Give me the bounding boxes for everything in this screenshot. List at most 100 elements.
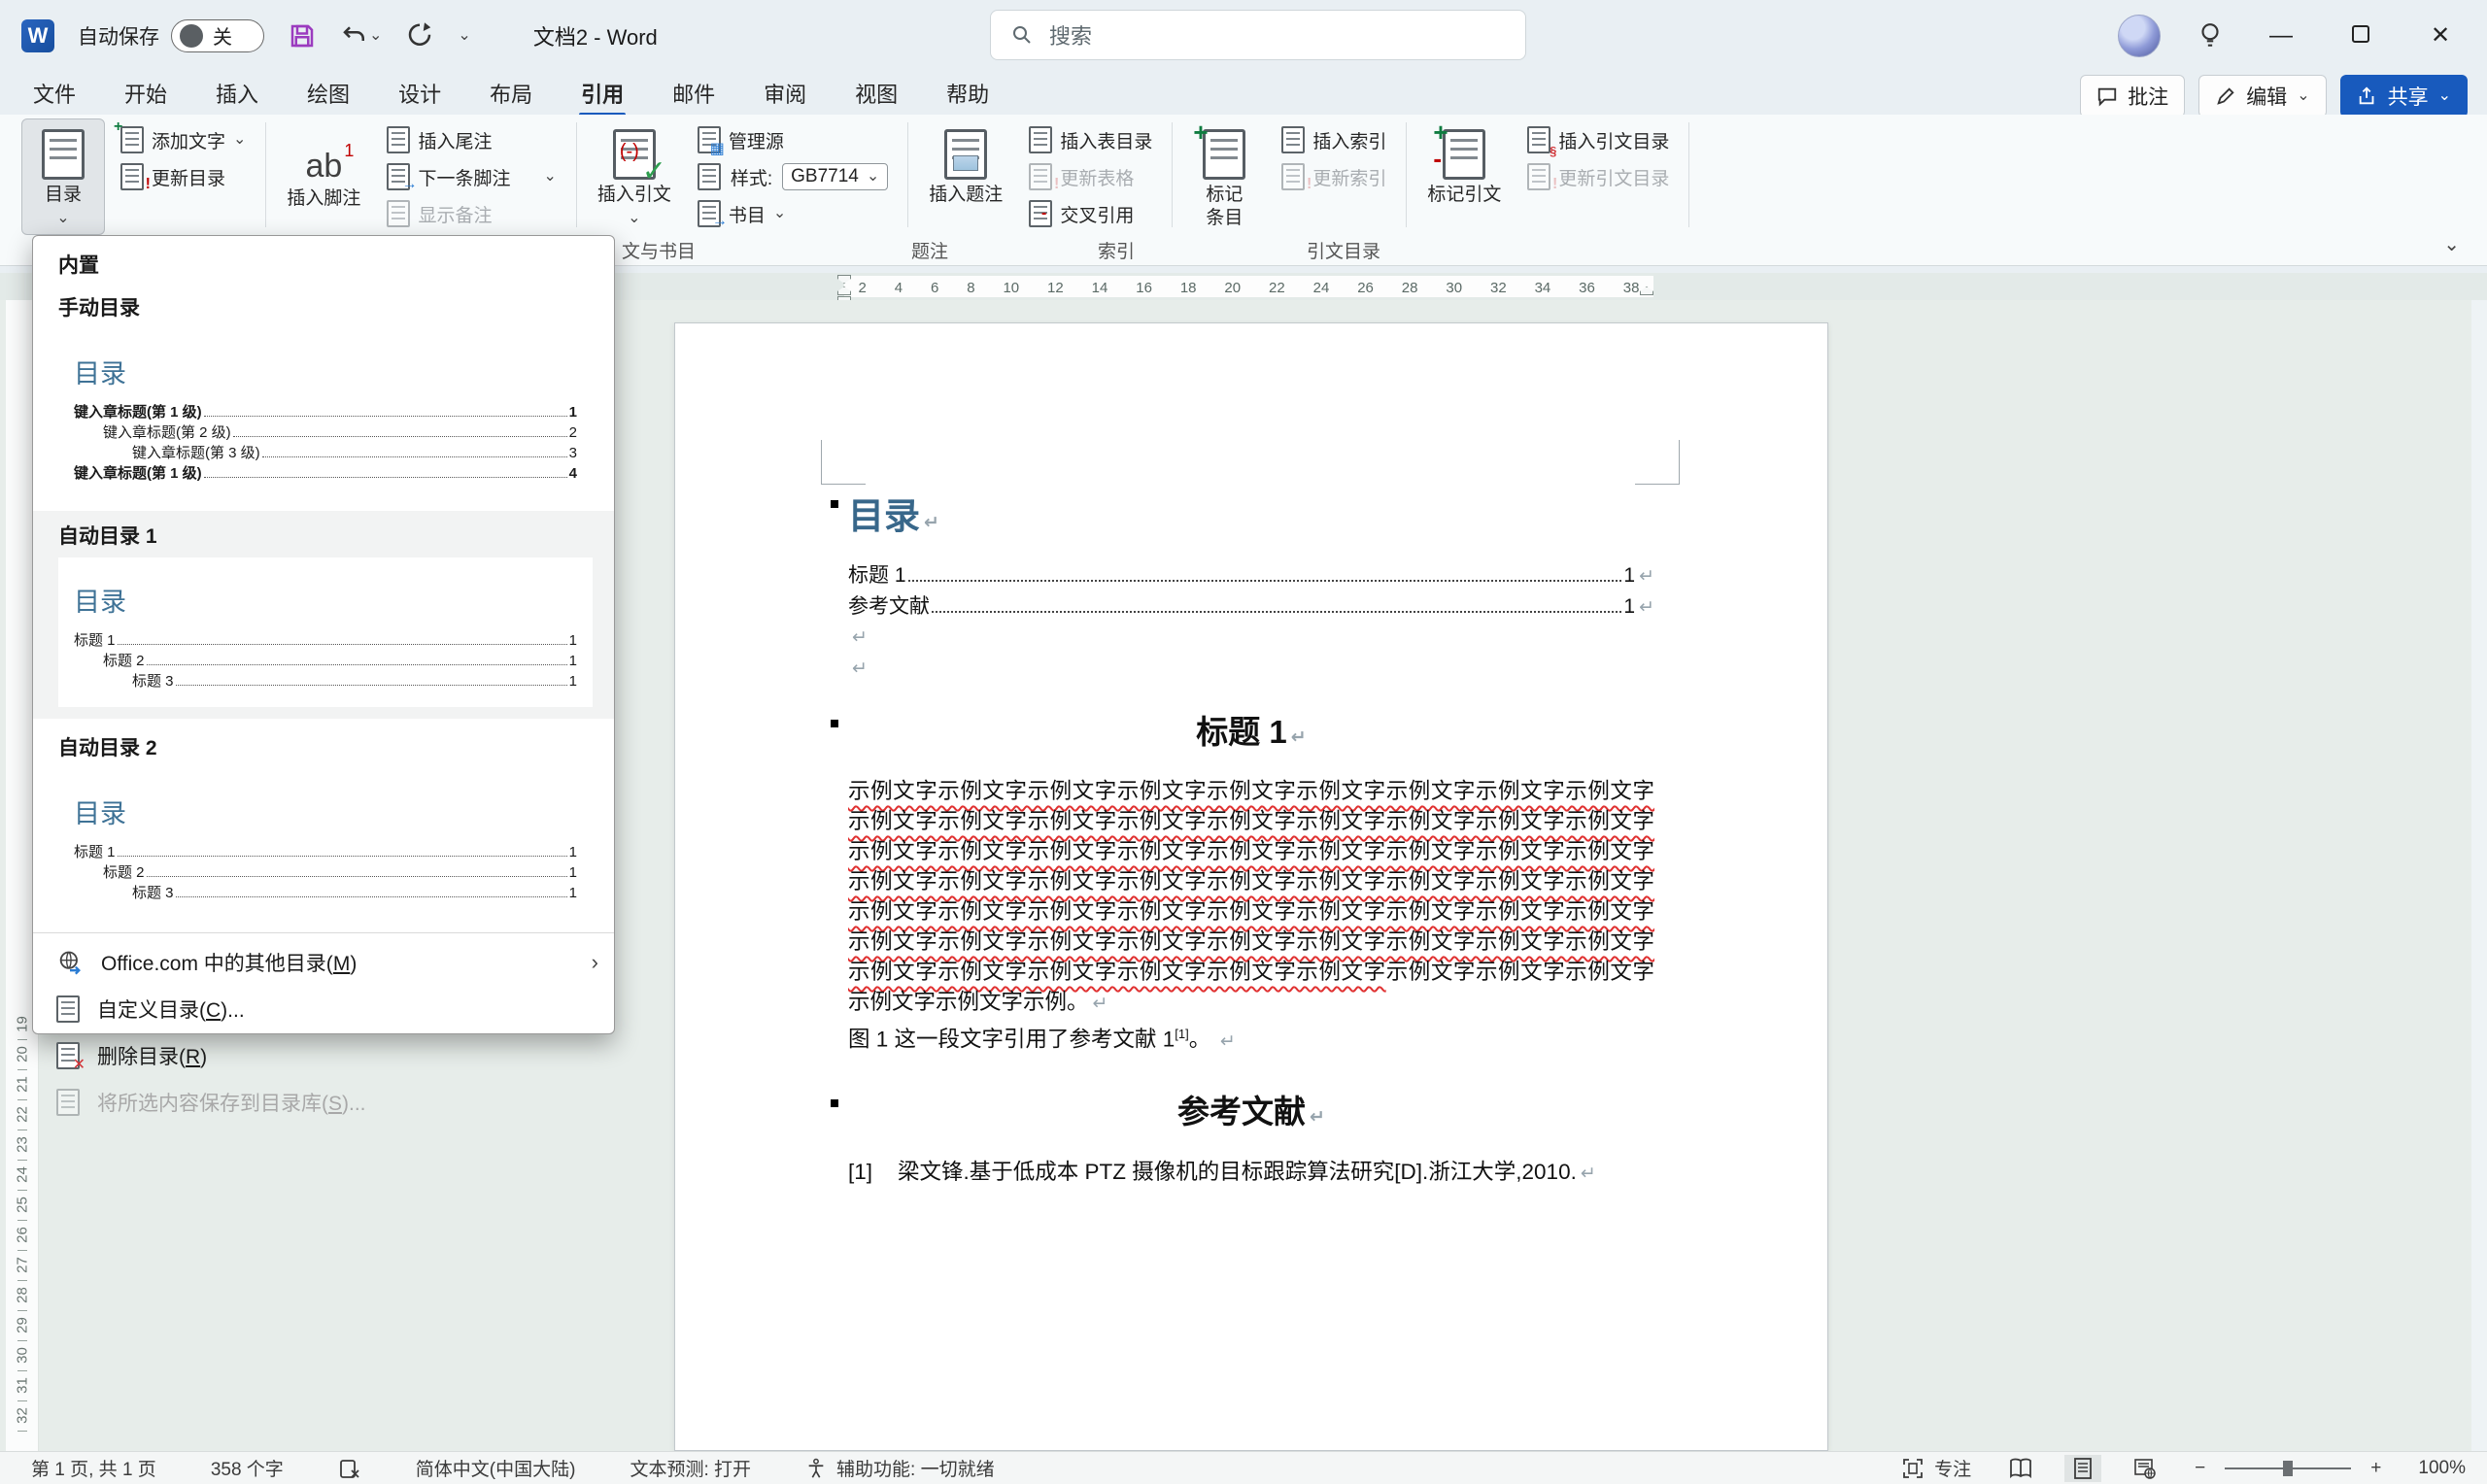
insert-caption-button[interactable]: 插入题注 — [918, 118, 1013, 235]
menu-item-remove-toc[interactable]: ✕ 删除目录(R) — [33, 1032, 614, 1079]
proofing-status-button[interactable] — [332, 1456, 367, 1481]
share-button[interactable]: 共享 ⌄ — [2340, 75, 2468, 118]
margin-corner-mark — [1635, 440, 1680, 485]
gallery-toc-row: 键入章标题(第 2 级)2 — [74, 422, 577, 443]
insert-footnote-button[interactable]: ab1 插入脚注 — [276, 118, 371, 235]
mark-entry-button[interactable]: + 标记 条目 — [1182, 118, 1266, 235]
autosave-toggle[interactable]: 关 — [171, 19, 264, 52]
zoom-out-button[interactable]: − — [2189, 1457, 2211, 1480]
tab-view[interactable]: 视图 — [837, 72, 915, 115]
focus-mode-button[interactable]: 专注 — [1895, 1454, 1977, 1482]
doc-heading-1-text: 标题 1 — [1196, 714, 1287, 750]
zoom-level-button[interactable]: 100% — [2412, 1457, 2471, 1480]
web-layout-button[interactable] — [2127, 1455, 2163, 1482]
word-count-status[interactable]: 358 个字 — [205, 1454, 290, 1482]
tab-insert[interactable]: 插入 — [198, 72, 276, 115]
doc-toc-row[interactable]: 标题 1 1 ↵ — [848, 560, 1654, 591]
text-prediction-status[interactable]: 文本预测: 打开 — [624, 1454, 757, 1482]
add-text-button[interactable]: + 添加文字 ⌄ — [115, 124, 252, 155]
gallery-item-auto-toc-1[interactable]: 目录 标题 11 标题 21 标题 31 — [58, 557, 593, 707]
autosave-control[interactable]: 自动保存 关 — [78, 19, 264, 52]
cross-reference-button[interactable]: - 交叉引用 — [1023, 198, 1158, 229]
body-paragraph[interactable]: 示例文字示例文字示例文字示例文字示例文字示例文字示例文字示例文字示例文字示例文字… — [848, 776, 1654, 1019]
minimize-button[interactable]: — — [2260, 21, 2302, 51]
document-page[interactable]: 目录↵ 标题 1 1 ↵ 参考文献 1 ↵ ↵ ↵ — [674, 322, 1828, 1451]
tab-home[interactable]: 开始 — [107, 72, 185, 115]
comments-button[interactable]: 批注 — [2080, 75, 2185, 118]
chevron-right-icon: › — [592, 950, 598, 975]
language-status[interactable]: 简体中文(中国大陆) — [410, 1454, 582, 1482]
insert-endnote-button[interactable]: 插入尾注 — [381, 124, 562, 155]
search-input[interactable]: 搜索 — [990, 10, 1526, 60]
zoom-in-button[interactable]: + — [2365, 1457, 2387, 1480]
insert-citation-button[interactable]: (-) ✓ 插入引文 ⌄ — [587, 118, 682, 235]
page-number-status[interactable]: 第 1 页, 共 1 页 — [25, 1454, 162, 1482]
status-bar: 第 1 页, 共 1 页 358 个字 简体中文(中国大陆) 文本预测: 打开 … — [0, 1451, 2487, 1484]
tab-mailings[interactable]: 邮件 — [655, 72, 732, 115]
insert-caption-icon — [944, 129, 987, 180]
gallery-toc-row: 标题 11 — [74, 842, 577, 862]
menu-item-save-selection[interactable]: 将所选内容保存到目录库(S)... — [33, 1079, 614, 1126]
figure-caption-line[interactable]: 图 1 这一段文字引用了参考文献 1[1]。 ↵ — [848, 1019, 1654, 1057]
focus-icon — [1901, 1457, 1925, 1480]
account-avatar[interactable] — [2118, 15, 2161, 57]
tab-file[interactable]: 文件 — [16, 72, 93, 115]
tab-design[interactable]: 设计 — [381, 72, 459, 115]
maximize-button[interactable] — [2339, 21, 2382, 51]
doc-heading-toc: 目录↵ — [848, 487, 1654, 539]
manage-sources-label: 管理源 — [729, 127, 784, 153]
update-table-of-authorities-button[interactable]: ! 更新引文目录 — [1521, 161, 1675, 192]
manage-sources-button[interactable]: ▦ 管理源 — [692, 124, 894, 155]
tab-draw[interactable]: 绘图 — [290, 72, 367, 115]
menu-item-custom-toc[interactable]: 自定义目录(C)... — [33, 986, 614, 1032]
next-footnote-button[interactable]: → 下一条脚注 ⌄ — [381, 161, 562, 192]
update-table-button[interactable]: ! 更新表格 — [1023, 161, 1158, 192]
bibliography-button[interactable]: → 书目 ⌄ — [692, 198, 894, 229]
update-toc-button[interactable]: ! 更新目录 — [115, 161, 252, 192]
quick-access-overflow-button[interactable]: ⌄ — [458, 28, 470, 44]
word-logo-icon[interactable]: W — [21, 19, 54, 52]
paragraph-mark: ↵ — [1093, 994, 1108, 1014]
chevron-down-icon: ⌄ — [458, 28, 470, 44]
vertical-scrollbar[interactable] — [2471, 300, 2487, 1451]
insert-table-of-figures-button[interactable]: 插入表目录 — [1023, 124, 1158, 155]
zoom-slider-handle[interactable] — [2283, 1461, 2293, 1476]
tab-references[interactable]: 引用 — [563, 72, 641, 115]
citation-style-select[interactable]: GB7714 ⌄ — [782, 163, 888, 190]
read-mode-button[interactable] — [2002, 1455, 2039, 1482]
read-mode-icon — [2008, 1458, 2033, 1479]
insert-table-of-authorities-button[interactable]: § 插入引文目录 — [1521, 124, 1675, 155]
mark-citation-label: 标记引文 — [1427, 184, 1501, 207]
gallery-item-manual-toc[interactable]: 目录 键入章标题(第 1 级)1 键入章标题(第 2 级)2 键入章标题(第 3… — [58, 329, 593, 499]
ruler-number: 29 — [15, 1311, 31, 1340]
undo-button[interactable]: ⌄ — [340, 21, 382, 51]
tab-help[interactable]: 帮助 — [929, 72, 1006, 115]
show-notes-button[interactable]: 显示备注 — [381, 198, 562, 229]
dot-leader — [932, 611, 1621, 613]
doc-toc-row[interactable]: 参考文献 1 ↵ — [848, 591, 1654, 623]
whats-new-button[interactable] — [2197, 21, 2223, 51]
ruler-number: 19 — [15, 1010, 31, 1039]
menu-item-more-from-office[interactable]: Office.com 中的其他目录(M) › — [33, 939, 614, 986]
toc-button-label: 目录 — [45, 184, 82, 207]
tab-layout[interactable]: 布局 — [472, 72, 550, 115]
ruler-number: 20 — [15, 1040, 31, 1069]
accessibility-status[interactable]: 辅助功能: 一切就绪 — [800, 1454, 1001, 1482]
redo-button[interactable] — [405, 21, 434, 51]
update-index-button[interactable]: ! 更新索引 — [1276, 161, 1392, 192]
print-layout-button[interactable] — [2064, 1455, 2101, 1482]
mark-citation-button[interactable]: +- 标记引文 — [1416, 118, 1512, 235]
zoom-slider[interactable] — [2225, 1467, 2351, 1469]
ruler-number: 25 — [15, 1191, 31, 1220]
insert-table-of-figures-icon — [1029, 126, 1052, 153]
gallery-item-auto-toc-2[interactable]: 目录 标题 11 标题 21 标题 31 — [58, 769, 593, 919]
insert-index-button[interactable]: 插入索引 — [1276, 124, 1392, 155]
reference-entry[interactable]: [1] 梁文锋.基于低成本 PTZ 摄像机的目标跟踪算法研究[D].浙江大学,2… — [848, 1158, 1654, 1189]
editing-mode-button[interactable]: 编辑 ⌄ — [2198, 75, 2326, 118]
save-button[interactable] — [288, 21, 317, 51]
table-of-contents-button[interactable]: 目录 ⌄ — [21, 118, 105, 235]
collapse-ribbon-button[interactable]: ⌄ — [2437, 231, 2466, 257]
close-button[interactable]: ✕ — [2419, 20, 2462, 51]
tab-review[interactable]: 审阅 — [746, 72, 824, 115]
insert-index-icon — [1281, 126, 1305, 153]
